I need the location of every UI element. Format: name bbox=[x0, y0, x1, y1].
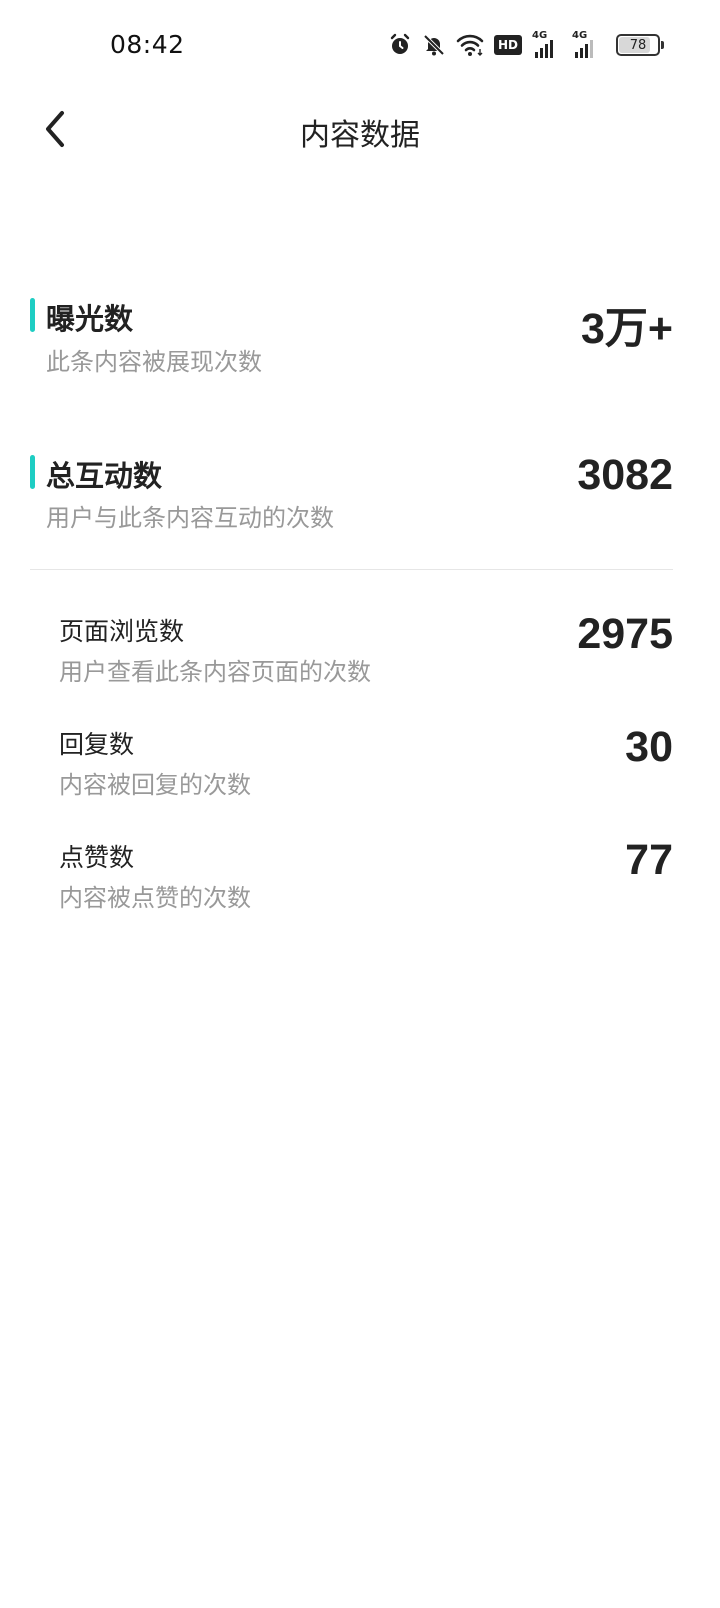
sub-metric-title: 回复数 bbox=[59, 730, 135, 759]
sub-metric-value: 77 bbox=[625, 836, 673, 884]
metric-interactions: 总互动数 用户与此条内容互动的次数 3082 bbox=[30, 448, 673, 538]
sub-metric-title: 页面浏览数 bbox=[59, 617, 185, 646]
metric-value: 3万+ bbox=[580, 305, 673, 353]
wifi-icon bbox=[456, 30, 484, 60]
page-title: 内容数据 bbox=[300, 118, 420, 153]
metric-value: 3082 bbox=[577, 451, 673, 499]
metric-exposure: 曝光数 此条内容被展现次数 3万+ bbox=[30, 290, 673, 380]
sub-metric-description: 用户查看此条内容页面的次数 bbox=[59, 658, 371, 686]
sub-metric-page-views: 页面浏览数 用户查看此条内容页面的次数 2975 bbox=[59, 608, 673, 688]
metric-description: 此条内容被展现次数 bbox=[46, 348, 262, 376]
hd-icon: HD bbox=[493, 30, 522, 60]
sub-metric-replies: 回复数 内容被回复的次数 30 bbox=[59, 722, 673, 802]
header: 内容数据 bbox=[0, 96, 720, 166]
metric-accent-bar bbox=[30, 455, 35, 489]
sub-metric-value: 2975 bbox=[577, 610, 673, 658]
sub-metric-title: 点赞数 bbox=[59, 843, 135, 872]
bell-off-icon bbox=[422, 30, 446, 60]
battery-level: 78 bbox=[629, 37, 647, 53]
metric-title: 总互动数 bbox=[46, 459, 163, 493]
metric-description: 用户与此条内容互动的次数 bbox=[46, 504, 334, 532]
sub-metric-likes: 点赞数 内容被点赞的次数 77 bbox=[59, 835, 673, 915]
sub-metric-value: 30 bbox=[625, 723, 673, 771]
battery-icon: 78 bbox=[612, 30, 664, 60]
alarm-icon bbox=[388, 30, 412, 60]
signal-4g-icon-secondary: 4G bbox=[572, 30, 602, 60]
status-icons: HD 4G 4G 78 bbox=[388, 30, 664, 60]
signal-4g-icon: 4G bbox=[532, 30, 562, 60]
metric-title: 曝光数 bbox=[46, 302, 134, 336]
status-time: 08:42 bbox=[110, 30, 185, 59]
status-bar: 08:42 HD 4G 4G 78 bbox=[0, 0, 720, 92]
sub-metric-description: 内容被点赞的次数 bbox=[59, 884, 251, 912]
metric-accent-bar bbox=[30, 298, 35, 332]
divider bbox=[30, 569, 673, 570]
sub-metric-description: 内容被回复的次数 bbox=[59, 771, 251, 799]
